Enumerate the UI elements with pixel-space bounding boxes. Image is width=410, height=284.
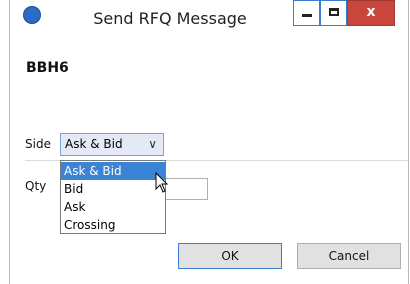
side-select-value: Ask & Bid bbox=[65, 137, 123, 151]
instrument-symbol: BBH6 bbox=[26, 60, 69, 76]
title-bar[interactable]: Send RFQ Message x bbox=[10, 0, 408, 44]
cancel-button[interactable]: Cancel bbox=[297, 243, 401, 269]
chevron-down-icon: ∨ bbox=[148, 137, 157, 151]
window-title: Send RFQ Message bbox=[93, 9, 247, 28]
dropdown-option-ask-bid[interactable]: Ask & Bid bbox=[61, 162, 165, 180]
side-select[interactable]: Ask & Bid ∨ bbox=[60, 133, 164, 156]
close-icon: x bbox=[366, 4, 376, 20]
mouse-pointer-icon bbox=[155, 172, 169, 193]
minimize-icon bbox=[302, 14, 312, 17]
close-button[interactable]: x bbox=[347, 0, 395, 26]
dropdown-option-ask[interactable]: Ask bbox=[61, 198, 165, 216]
minimize-button[interactable] bbox=[293, 0, 320, 26]
maximize-icon bbox=[329, 8, 339, 16]
qty-label: Qty bbox=[25, 179, 47, 193]
dropdown-option-bid[interactable]: Bid bbox=[61, 180, 165, 198]
dropdown-option-crossing[interactable]: Crossing bbox=[61, 216, 165, 234]
side-label: Side bbox=[25, 137, 51, 151]
app-icon bbox=[23, 6, 41, 24]
rfq-dialog: Send RFQ Message x BBH6 Side Ask & Bid ∨… bbox=[9, 0, 409, 284]
ok-button[interactable]: OK bbox=[178, 243, 282, 269]
maximize-button[interactable] bbox=[320, 0, 347, 26]
side-dropdown-list: Ask & Bid Bid Ask Crossing bbox=[60, 160, 166, 234]
